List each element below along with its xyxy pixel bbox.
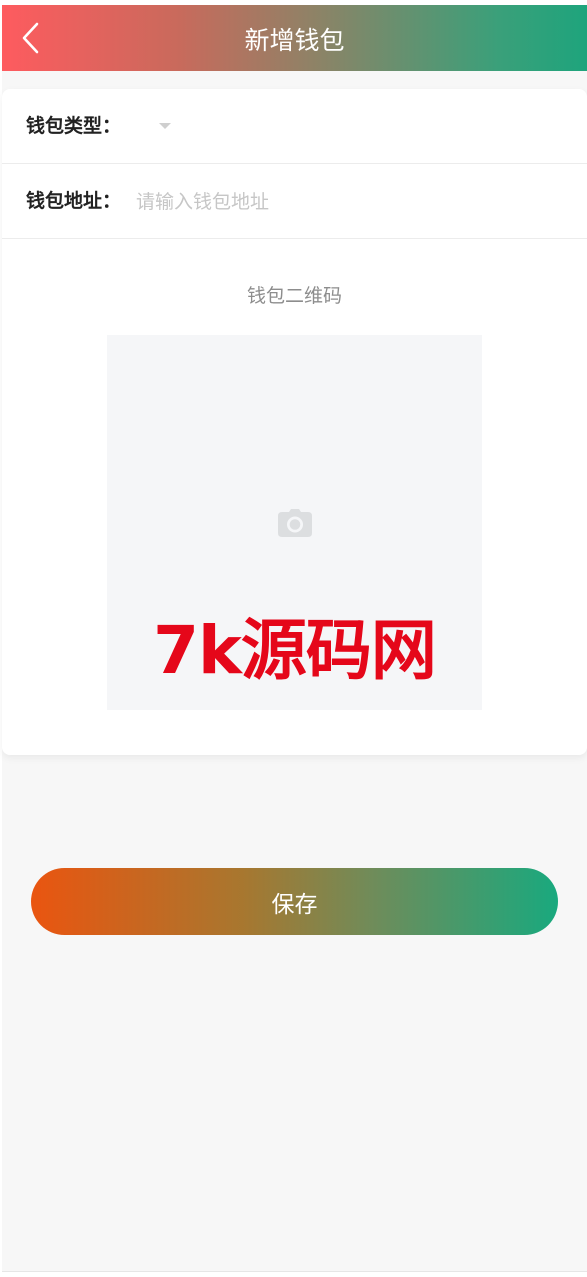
qr-code-uploader[interactable]: 7k源码网 [107,335,482,710]
wallet-type-label: 钱包类型： [26,115,122,137]
wallet-address-input[interactable] [136,182,566,222]
wallet-type-row: 钱包类型： [2,89,587,164]
caret-down-icon [159,123,171,129]
wallet-form-card: 钱包类型： 钱包地址： 钱包二维码 7k源码网 [2,89,587,755]
qr-code-title: 钱包二维码 [246,285,342,307]
wallet-address-label: 钱包地址： [26,190,122,212]
wallet-address-row: 钱包地址： [2,164,587,239]
app-screen: 新增钱包 钱包类型： 钱包地址： 钱包二维码 7k源码网 保存 [2,5,587,1272]
navbar: 新增钱包 [2,5,587,71]
camera-icon [278,509,312,537]
watermark-logo: 7k源码网 [153,612,437,689]
wallet-type-select[interactable] [132,109,292,144]
page-title: 新增钱包 [244,26,345,55]
save-button[interactable]: 保存 [31,868,558,935]
